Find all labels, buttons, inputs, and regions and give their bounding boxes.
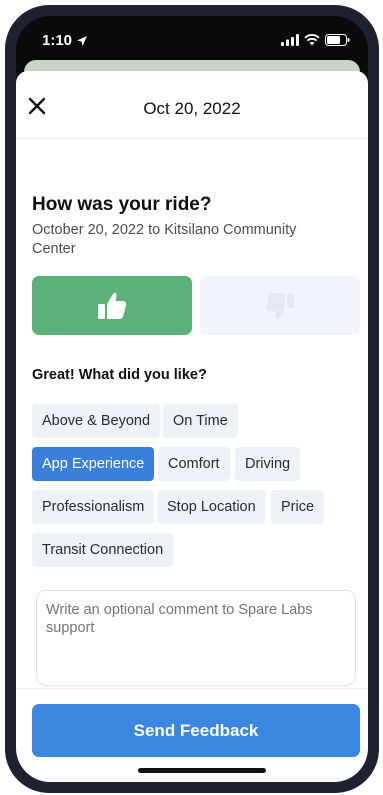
chip-above-beyond[interactable]: Above & Beyond <box>32 404 161 438</box>
chip-professionalism[interactable]: Professionalism <box>32 490 155 524</box>
home-indicator[interactable] <box>138 768 266 773</box>
sheet-header: Oct 20, 2022 <box>16 71 368 139</box>
likes-heading: Great! What did you like? <box>32 367 207 383</box>
comment-field[interactable] <box>36 590 356 686</box>
feedback-sheet: Oct 20, 2022 How was your ride? October … <box>16 71 368 782</box>
send-feedback-button[interactable]: Send Feedback <box>32 704 360 757</box>
chip-comfort[interactable]: Comfort <box>158 447 230 481</box>
status-bar: 1:10 <box>16 16 368 64</box>
phone-screen: 1:10 Oct 20, 2022 How was your ride? Oct… <box>16 16 368 782</box>
ride-subtitle: October 20, 2022 to Kitsilano Community … <box>32 222 297 257</box>
footer-divider <box>16 688 368 689</box>
chip-on-time[interactable]: On Time <box>163 404 238 438</box>
location-arrow-icon <box>77 35 88 46</box>
status-icons <box>281 34 350 46</box>
chip-driving[interactable]: Driving <box>235 447 301 481</box>
chip-stop-location[interactable]: Stop Location <box>157 490 266 524</box>
ride-question: How was your ride? <box>32 194 212 215</box>
thumbs-down-button[interactable] <box>200 276 360 335</box>
wifi-icon <box>304 34 320 46</box>
status-time-text: 1:10 <box>42 32 73 49</box>
page-title: Oct 20, 2022 <box>143 99 241 118</box>
thumbs-up-icon <box>98 292 127 319</box>
chip-price[interactable]: Price <box>271 490 325 524</box>
chip-app-experience[interactable]: App Experience <box>32 447 155 481</box>
phone-frame: 1:10 Oct 20, 2022 How was your ride? Oct… <box>5 5 379 793</box>
thumbs-down-icon <box>265 292 294 319</box>
battery-icon <box>325 34 350 46</box>
chip-transit-connection[interactable]: Transit Connection <box>32 533 174 567</box>
status-time: 1:10 <box>42 32 88 49</box>
signal-bars-icon <box>281 34 299 46</box>
thumbs-up-button[interactable] <box>32 276 192 335</box>
